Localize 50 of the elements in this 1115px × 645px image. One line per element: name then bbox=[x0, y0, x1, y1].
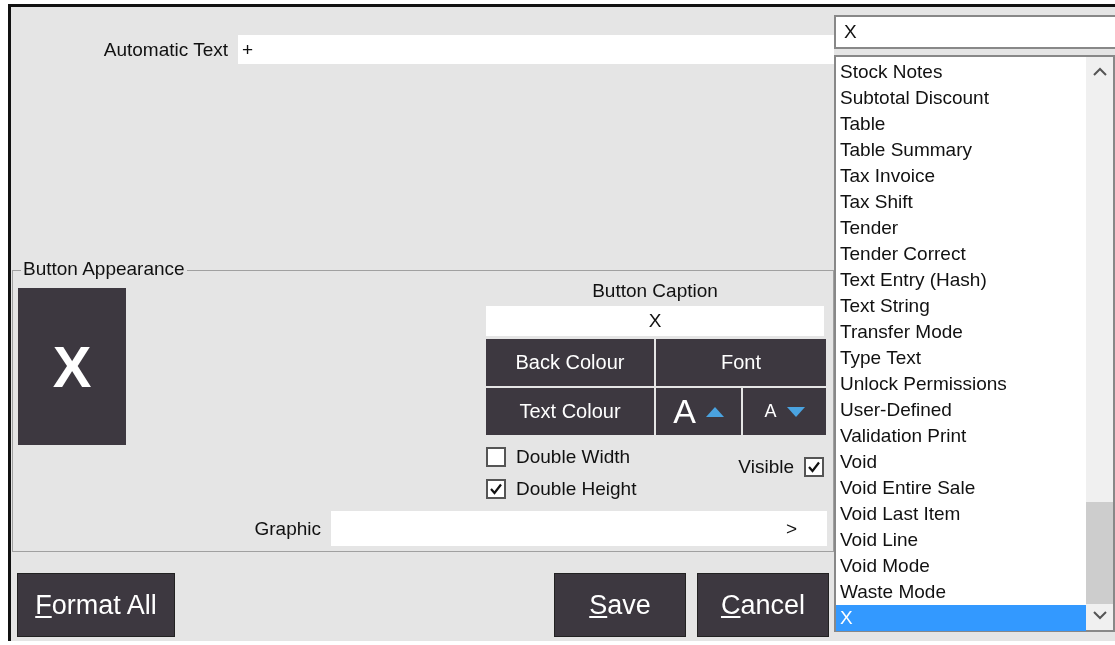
list-item[interactable]: Text String bbox=[836, 293, 1086, 319]
list-item[interactable]: Tax Shift bbox=[836, 189, 1086, 215]
style-button[interactable]: Font bbox=[656, 339, 826, 386]
list-item[interactable]: Void bbox=[836, 449, 1086, 475]
font-decrease-button[interactable]: A bbox=[743, 388, 826, 435]
checkbox[interactable] bbox=[804, 457, 824, 477]
checkbox[interactable] bbox=[486, 479, 506, 499]
style-button[interactable]: Text Colour bbox=[486, 388, 654, 435]
list-item[interactable]: Table Summary bbox=[836, 137, 1086, 163]
list-item[interactable]: Void Last Item bbox=[836, 501, 1086, 527]
list-item[interactable]: Unlock Permissions bbox=[836, 371, 1086, 397]
list-item[interactable]: Tender Correct bbox=[836, 241, 1086, 267]
list-item[interactable]: Void Mode bbox=[836, 553, 1086, 579]
list-item[interactable]: Void Line bbox=[836, 527, 1086, 553]
checkbox-label: Double Height bbox=[516, 478, 637, 500]
font-increase-button[interactable]: A bbox=[656, 388, 741, 435]
browse-button[interactable]: > bbox=[785, 517, 797, 540]
scrollbar[interactable] bbox=[1086, 57, 1113, 630]
list-item[interactable]: Waste Mode bbox=[836, 579, 1086, 605]
list-item[interactable]: Table bbox=[836, 111, 1086, 137]
triangle-down-icon bbox=[786, 406, 805, 417]
input-field[interactable]: X bbox=[486, 306, 824, 336]
field-label: Button Caption bbox=[591, 280, 719, 303]
list-item[interactable]: Tax Invoice bbox=[836, 163, 1086, 189]
dialog-button[interactable]: Save bbox=[554, 573, 686, 637]
list-item[interactable]: Text Entry (Hash) bbox=[836, 267, 1086, 293]
input-field[interactable]: + bbox=[238, 35, 834, 64]
checkbox-label: Double Width bbox=[516, 446, 631, 468]
list-item[interactable]: Validation Print bbox=[836, 423, 1086, 449]
input-field[interactable]: > bbox=[331, 511, 827, 546]
field-label: Graphic bbox=[253, 517, 322, 540]
list-item[interactable]: Transfer Mode bbox=[836, 319, 1086, 345]
list-item[interactable]: Stock Notes bbox=[836, 59, 1086, 85]
checkbox[interactable] bbox=[486, 447, 506, 467]
scroll-up-icon[interactable] bbox=[1092, 67, 1107, 76]
scroll-thumb[interactable] bbox=[1086, 502, 1113, 604]
button-preview: X bbox=[18, 288, 126, 445]
dialog-button[interactable]: Cancel bbox=[697, 573, 829, 637]
list-item[interactable]: Subtotal Discount bbox=[836, 85, 1086, 111]
dialog-button[interactable]: Format All bbox=[17, 573, 175, 637]
style-button[interactable]: Back Colour bbox=[486, 339, 654, 386]
list-item[interactable]: Type Text bbox=[836, 345, 1086, 371]
triangle-up-icon bbox=[705, 406, 724, 417]
checkbox-label: Visible bbox=[738, 456, 794, 478]
list-item[interactable]: User-Defined bbox=[836, 397, 1086, 423]
list-item[interactable]: Void Entire Sale bbox=[836, 475, 1086, 501]
search-field[interactable]: X bbox=[834, 15, 1115, 49]
field-label: Automatic Text bbox=[102, 38, 229, 61]
scroll-down-icon[interactable] bbox=[1092, 611, 1107, 620]
list-item[interactable]: Tender bbox=[836, 215, 1086, 241]
